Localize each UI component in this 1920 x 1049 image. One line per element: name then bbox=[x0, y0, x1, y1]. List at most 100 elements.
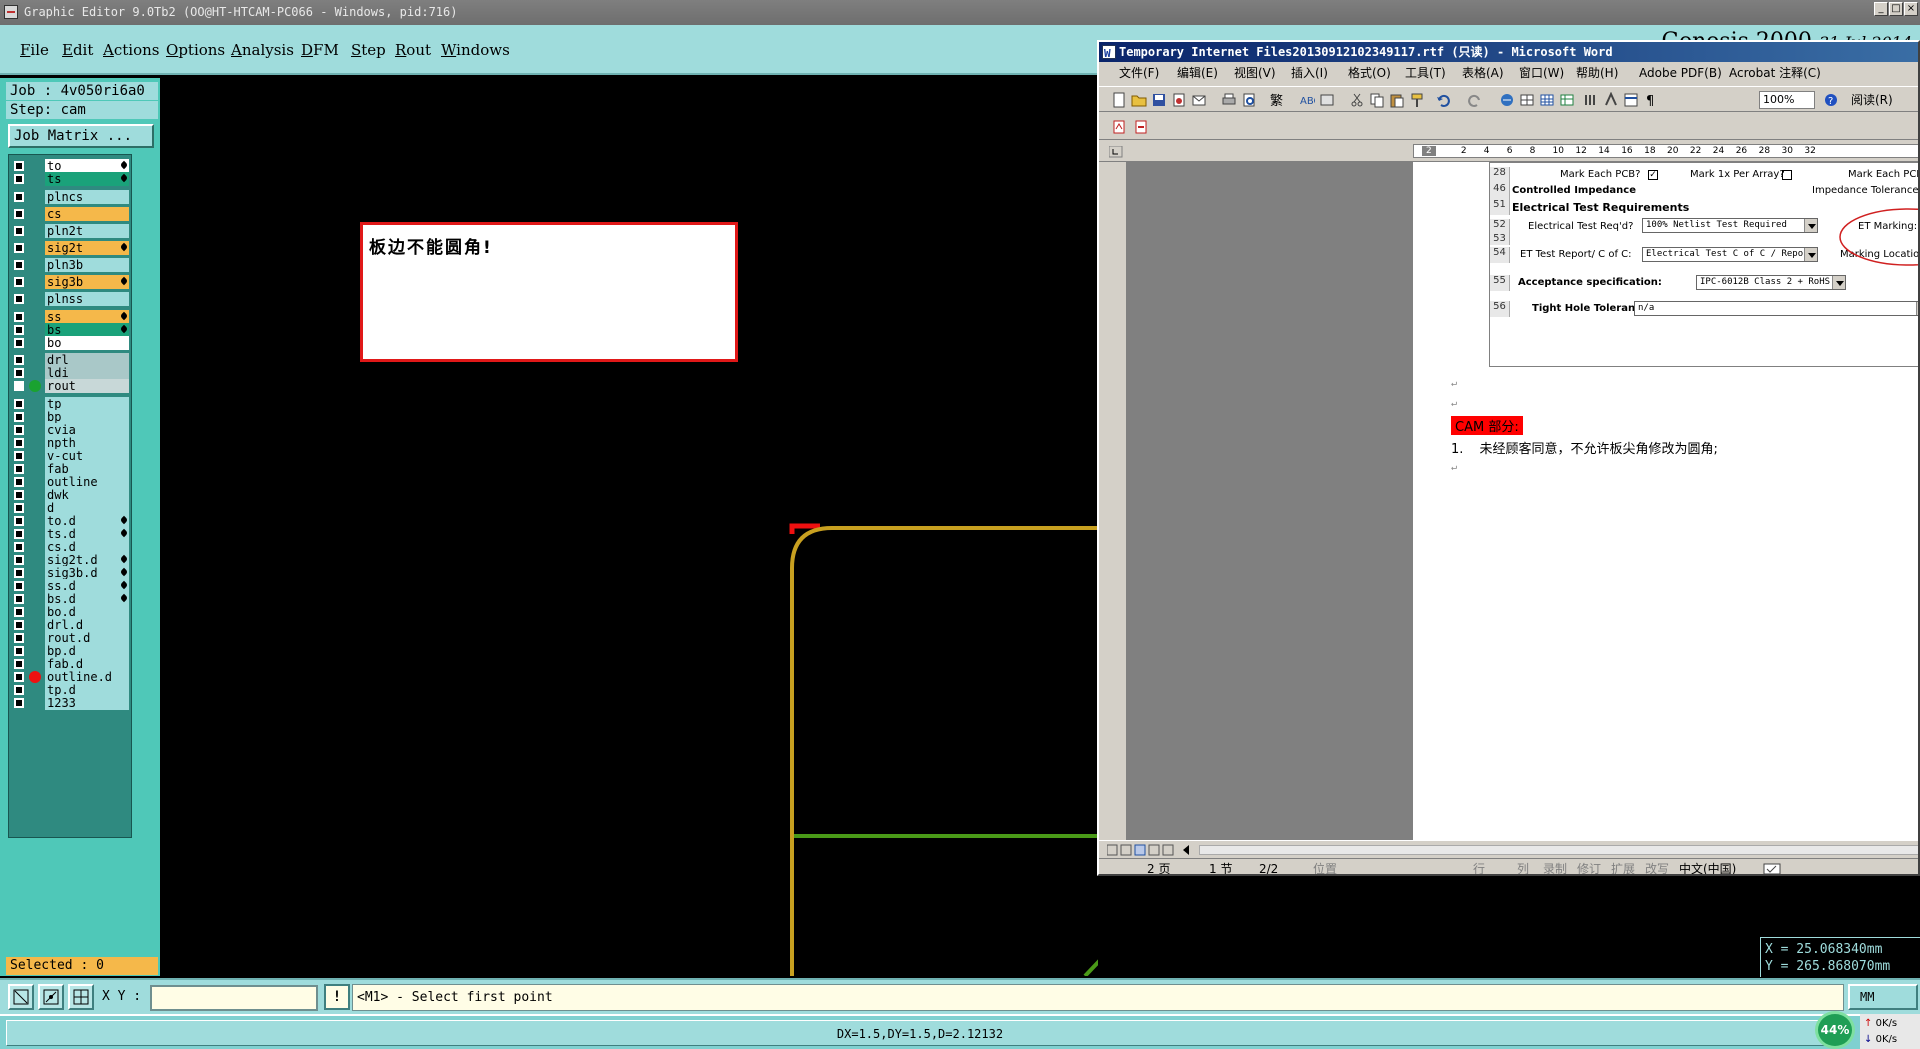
help-icon[interactable]: ? bbox=[1823, 92, 1839, 108]
layer-checkbox[interactable] bbox=[14, 226, 24, 236]
layer-name[interactable]: outline bbox=[45, 475, 129, 489]
word-menu-edit[interactable]: 编辑(E) bbox=[1177, 62, 1218, 84]
document-page[interactable]: 28 Mark Each PCB? ✓ Mark 1x Per Array? M… bbox=[1413, 162, 1918, 840]
layer-name[interactable]: sig2t bbox=[45, 241, 129, 255]
layer-row-bs-d[interactable]: bs.d bbox=[11, 592, 131, 606]
layer-row-plnss[interactable]: plnss bbox=[11, 292, 131, 306]
layer-row-cs-d[interactable]: cs.d bbox=[11, 540, 131, 554]
layer-checkbox[interactable] bbox=[14, 174, 24, 184]
close-button[interactable]: × bbox=[1904, 2, 1918, 16]
copy-icon[interactable] bbox=[1369, 92, 1385, 108]
menu-rout[interactable]: Rout bbox=[395, 41, 431, 59]
layer-row-tp[interactable]: tp bbox=[11, 397, 131, 411]
layer-name[interactable]: bs bbox=[45, 323, 129, 337]
word-menu-file[interactable]: 文件(F) bbox=[1119, 62, 1159, 84]
layer-name[interactable]: sig2t.d bbox=[45, 553, 129, 567]
layer-row-outline-d[interactable]: outline.d bbox=[11, 670, 131, 684]
word-menu-window[interactable]: 窗口(W) bbox=[1519, 62, 1564, 84]
layer-name[interactable]: bs.d bbox=[45, 592, 129, 606]
layer-name[interactable]: ts bbox=[45, 172, 129, 186]
xy-input[interactable] bbox=[150, 985, 318, 1011]
word-menu-adobe-pdf[interactable]: Adobe PDF(B) bbox=[1639, 62, 1722, 84]
layer-row-to-d[interactable]: to.d bbox=[11, 514, 131, 528]
menu-file[interactable]: File bbox=[20, 41, 49, 59]
layer-name[interactable]: ts.d bbox=[45, 527, 129, 541]
layer-name[interactable]: dwk bbox=[45, 488, 129, 502]
layer-row-sig2t-d[interactable]: sig2t.d bbox=[11, 553, 131, 567]
layer-name[interactable]: to bbox=[45, 159, 129, 173]
insert-excel-icon[interactable] bbox=[1559, 92, 1575, 108]
layer-name[interactable]: drl bbox=[45, 353, 129, 367]
layer-row-dwk[interactable]: dwk bbox=[11, 488, 131, 502]
layer-checkbox[interactable] bbox=[14, 425, 24, 435]
layer-checkbox[interactable] bbox=[14, 412, 24, 422]
pdf-email-icon[interactable] bbox=[1133, 119, 1149, 135]
layer-name[interactable]: bp bbox=[45, 410, 129, 424]
layer-row-drl[interactable]: drl bbox=[11, 353, 131, 367]
layer-row-fab-d[interactable]: fab.d bbox=[11, 657, 131, 671]
layer-checkbox[interactable] bbox=[14, 381, 24, 391]
status-revision[interactable]: 修订 bbox=[1577, 859, 1601, 874]
layer-checkbox[interactable] bbox=[14, 646, 24, 656]
layer-row-bp[interactable]: bp bbox=[11, 410, 131, 424]
menu-windows[interactable]: Windows bbox=[441, 41, 510, 59]
columns-icon[interactable] bbox=[1583, 92, 1599, 108]
layer-checkbox[interactable] bbox=[14, 672, 24, 682]
layer-checkbox[interactable] bbox=[14, 516, 24, 526]
maximize-button[interactable]: □ bbox=[1889, 2, 1903, 16]
drawing-icon[interactable] bbox=[1603, 92, 1619, 108]
layer-checkbox[interactable] bbox=[14, 464, 24, 474]
layer-name[interactable]: cs.d bbox=[45, 540, 129, 554]
layer-name[interactable]: pln3b bbox=[45, 258, 129, 272]
horizontal-scrollbar[interactable] bbox=[1199, 845, 1918, 855]
permission-icon[interactable] bbox=[1171, 92, 1187, 108]
insert-table-icon[interactable] bbox=[1539, 92, 1555, 108]
layer-row-rout-d[interactable]: rout.d bbox=[11, 631, 131, 645]
layer-checkbox[interactable] bbox=[14, 607, 24, 617]
word-menu-table[interactable]: 表格(A) bbox=[1462, 62, 1504, 84]
layer-name[interactable]: v-cut bbox=[45, 449, 129, 463]
spelling-icon[interactable]: ABC bbox=[1299, 92, 1315, 108]
email-icon[interactable] bbox=[1191, 92, 1207, 108]
layer-name[interactable]: cs bbox=[45, 207, 129, 221]
snap-tool-button[interactable] bbox=[8, 984, 34, 1010]
layer-row-ldi[interactable]: ldi bbox=[11, 366, 131, 380]
word-menu-acrobat[interactable]: Acrobat 注释(C) bbox=[1729, 62, 1821, 84]
print-icon[interactable] bbox=[1221, 92, 1237, 108]
layer-name[interactable]: bp.d bbox=[45, 644, 129, 658]
layer-row-d[interactable]: d bbox=[11, 501, 131, 515]
layer-row-tp-d[interactable]: tp.d bbox=[11, 683, 131, 697]
layer-checkbox[interactable] bbox=[14, 243, 24, 253]
layer-name[interactable]: sig3b bbox=[45, 275, 129, 289]
layer-checkbox[interactable] bbox=[14, 542, 24, 552]
acceptance-spec-select[interactable]: IPC-6012B Class 2 + RoHS bbox=[1696, 275, 1846, 290]
layer-checkbox[interactable] bbox=[14, 294, 24, 304]
layer-name[interactable]: tp.d bbox=[45, 683, 129, 697]
layer-checkbox[interactable] bbox=[14, 161, 24, 171]
layer-checkbox[interactable] bbox=[14, 338, 24, 348]
layer-name[interactable]: d bbox=[45, 501, 129, 515]
graphic-canvas[interactable] bbox=[160, 78, 1098, 976]
layer-name[interactable]: plnss bbox=[45, 292, 129, 306]
layer-row-cvia[interactable]: cvia bbox=[11, 423, 131, 437]
layer-checkbox[interactable] bbox=[14, 698, 24, 708]
word-menu-format[interactable]: 格式(O) bbox=[1348, 62, 1391, 84]
new-document-icon[interactable] bbox=[1111, 92, 1127, 108]
menu-step[interactable]: Step bbox=[351, 41, 386, 59]
mark-each-pcb-checkbox[interactable]: ✓ bbox=[1648, 170, 1658, 180]
layer-row-plncs[interactable]: plncs bbox=[11, 190, 131, 204]
ruler-bar[interactable]: 2 2 4 6 8 10 12 14 16 18 20 22 24 26 28 30 32 bbox=[1413, 144, 1918, 158]
layer-row-1233[interactable]: 1233 bbox=[11, 696, 131, 710]
layer-name[interactable]: to.d bbox=[45, 514, 129, 528]
layer-name[interactable]: npth bbox=[45, 436, 129, 450]
paste-icon[interactable] bbox=[1389, 92, 1405, 108]
layer-checkbox[interactable] bbox=[14, 620, 24, 630]
layer-checkbox[interactable] bbox=[14, 659, 24, 669]
measure-tool-button[interactable] bbox=[38, 984, 64, 1010]
layer-checkbox[interactable] bbox=[14, 451, 24, 461]
layer-name[interactable]: sig3b.d bbox=[45, 566, 129, 580]
layer-name[interactable]: rout.d bbox=[45, 631, 129, 645]
word-menu-insert[interactable]: 插入(I) bbox=[1291, 62, 1328, 84]
layer-row-sig2t[interactable]: sig2t bbox=[11, 241, 131, 255]
layer-checkbox[interactable] bbox=[14, 399, 24, 409]
